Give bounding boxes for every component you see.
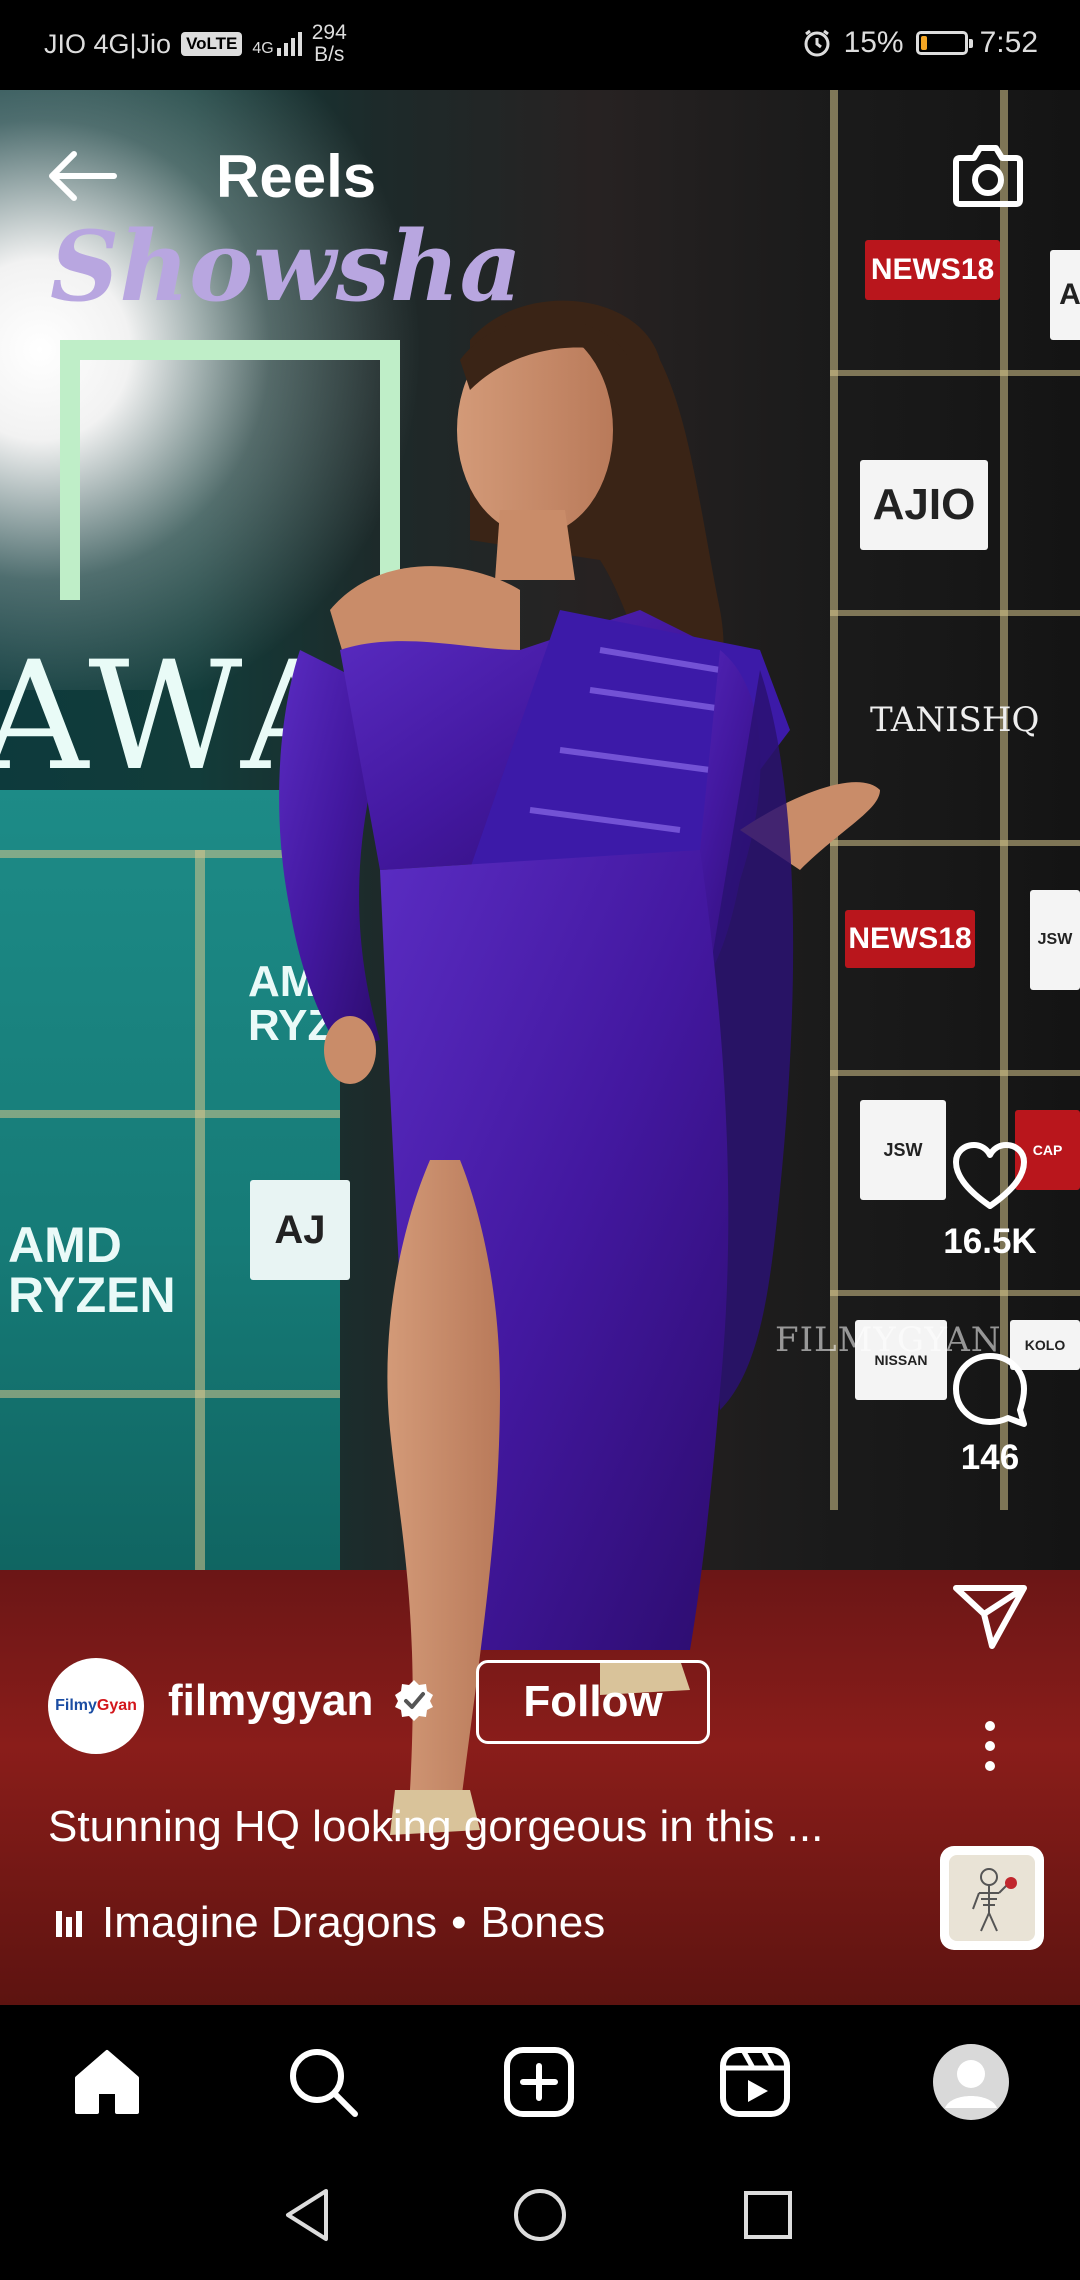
audio-thumbnail[interactable]: [940, 1846, 1044, 1950]
nav-profile[interactable]: [926, 2037, 1016, 2127]
profile-icon[interactable]: [931, 2042, 1011, 2122]
send-icon[interactable]: [950, 1580, 1030, 1652]
signal-icon: 4G: [252, 32, 302, 57]
home-icon[interactable]: [71, 2046, 143, 2118]
audio-cover-art: [949, 1855, 1035, 1941]
net-speed-value: 294: [311, 21, 347, 44]
reels-header: Reels: [0, 90, 1080, 260]
system-recents-icon[interactable]: [738, 2185, 798, 2245]
carrier-name: JIO 4G|Jio: [44, 28, 172, 59]
account-avatar[interactable]: Filmy Gyan: [48, 1658, 144, 1754]
audio-song: Bones: [480, 1898, 606, 1947]
system-home-icon[interactable]: [510, 2185, 570, 2245]
account-username[interactable]: filmygyan: [168, 1676, 373, 1726]
reel-caption[interactable]: Stunning HQ looking gorgeous in this ...: [48, 1802, 908, 1852]
net-speed-unit: B/s: [314, 43, 345, 66]
like-count: 16.5K: [943, 1222, 1037, 1261]
skeleton-cover-icon: [972, 1868, 1017, 1932]
system-back-icon[interactable]: [278, 2185, 338, 2245]
nav-home[interactable]: [62, 2037, 152, 2127]
audio-bars-icon: [56, 1909, 88, 1937]
create-icon[interactable]: [503, 2046, 575, 2118]
like-action[interactable]: 16.5K: [900, 1140, 1080, 1262]
network-type: 4G: [252, 40, 274, 57]
back-arrow-icon[interactable]: [44, 148, 120, 204]
nav-search[interactable]: [278, 2037, 368, 2127]
battery-icon: [915, 31, 973, 55]
battery-percent: 15%: [843, 26, 904, 59]
avatar-text-filmy: Filmy: [55, 1697, 97, 1714]
reels-icon[interactable]: [719, 2046, 791, 2118]
camera-icon[interactable]: [948, 136, 1028, 216]
comment-icon[interactable]: [950, 1350, 1030, 1428]
page-title: Reels: [216, 143, 377, 210]
follow-button[interactable]: Follow: [476, 1660, 710, 1744]
reel-info: Filmy Gyan filmygyan Follow Stunning HQ l…: [0, 1650, 1080, 2010]
status-left: JIO 4G|Jio VoLTE 4G 294 B/s: [44, 22, 347, 66]
clock: 7:52: [979, 26, 1038, 59]
verified-badge-icon: [395, 1680, 433, 1721]
battery-fill: [920, 36, 927, 50]
avatar-text-gyan: Gyan: [96, 1697, 137, 1714]
status-right: 15% 7:52: [802, 26, 1038, 60]
alarm-icon: [804, 29, 830, 57]
search-icon[interactable]: [287, 2046, 359, 2118]
bottom-nav: [0, 2005, 1080, 2155]
nav-create[interactable]: [494, 2037, 584, 2127]
audio-info[interactable]: Imagine Dragons • Bones: [56, 1898, 605, 1948]
system-navigation: [0, 2155, 1080, 2280]
heart-icon[interactable]: [950, 1140, 1030, 1212]
audio-separator: •: [451, 1898, 467, 1947]
net-speed: 294 B/s: [312, 22, 347, 66]
comment-count: 146: [960, 1438, 1020, 1477]
status-bar: JIO 4G|Jio VoLTE 4G 294 B/s 15% 7:52: [0, 0, 1080, 90]
comment-action[interactable]: 146: [900, 1350, 1080, 1478]
share-action[interactable]: [900, 1580, 1080, 1652]
audio-artist: Imagine Dragons: [102, 1898, 438, 1947]
nav-reels[interactable]: [710, 2037, 800, 2127]
volte-badge: VoLTE: [181, 32, 243, 56]
